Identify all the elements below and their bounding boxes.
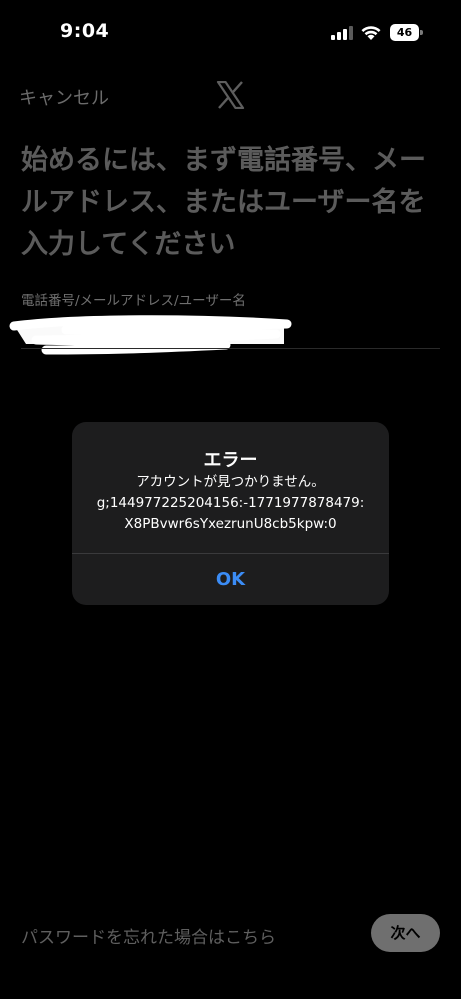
- battery-level: 46: [390, 24, 419, 41]
- alert-title: エラー: [203, 450, 258, 471]
- error-alert-dialog: エラー アカウントが見つかりません。 g;144977225204156:-17…: [72, 422, 389, 605]
- redaction-scribble: [9, 315, 292, 355]
- cancel-button[interactable]: キャンセル: [19, 84, 109, 110]
- ok-button[interactable]: OK: [72, 554, 389, 605]
- status-time: 9:04: [60, 20, 110, 42]
- input-underline: [21, 348, 440, 349]
- wifi-icon: [361, 26, 381, 40]
- x-logo-icon: [216, 81, 245, 109]
- forgot-password-link[interactable]: パスワードを忘れた場合はこちら: [21, 923, 276, 948]
- page-title: 始めるには、まず電話番号、メールアドレス、またはユーザー名を入力してください: [21, 145, 426, 260]
- status-bar: 9:04 46: [0, 0, 461, 60]
- cellular-signal-icon: [331, 26, 353, 40]
- identifier-field-label: 電話番号/メールアドレス/ユーザー名: [21, 293, 246, 309]
- battery-icon: 46: [390, 24, 423, 41]
- alert-message: アカウントが見つかりません。 g;144977225204156:-177197…: [96, 474, 365, 532]
- next-button[interactable]: 次へ: [371, 914, 440, 952]
- battery-tip: [420, 30, 423, 35]
